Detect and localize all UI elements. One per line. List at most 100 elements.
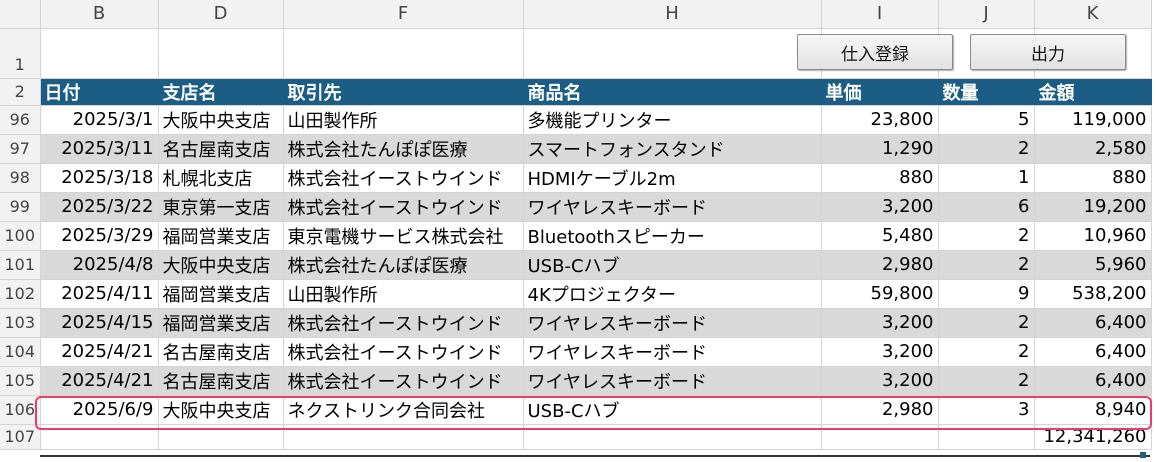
- partner-cell[interactable]: 株式会社たんぽぽ医療: [283, 250, 524, 280]
- product-cell[interactable]: USB-Cハブ: [523, 250, 822, 280]
- amount-cell[interactable]: 19,200: [1034, 192, 1152, 222]
- quantity-cell[interactable]: 2: [938, 250, 1035, 280]
- table-resize-handle[interactable]: [1140, 452, 1146, 458]
- partner-cell[interactable]: 東京電機サービス株式会社: [283, 221, 524, 251]
- date-cell[interactable]: 2025/4/15: [40, 308, 159, 338]
- cell[interactable]: [283, 424, 524, 450]
- header-product[interactable]: 商品名: [523, 78, 822, 106]
- date-cell[interactable]: 2025/4/21: [40, 337, 159, 367]
- date-cell[interactable]: 2025/3/29: [40, 221, 159, 251]
- product-cell[interactable]: HDMIケーブル2m: [523, 163, 822, 193]
- partner-cell[interactable]: 株式会社イーストウインド: [283, 366, 524, 396]
- cell[interactable]: [821, 424, 939, 450]
- column-header-h[interactable]: H: [523, 0, 822, 29]
- row-number[interactable]: 98: [0, 163, 41, 193]
- date-cell[interactable]: 2025/3/22: [40, 192, 159, 222]
- unit-price-cell[interactable]: 3,200: [821, 337, 939, 367]
- product-cell[interactable]: スマートフォンスタンド: [523, 134, 822, 164]
- branch-cell[interactable]: 札幌北支店: [158, 163, 284, 193]
- quantity-cell[interactable]: 2: [938, 308, 1035, 338]
- row-number[interactable]: 103: [0, 308, 41, 338]
- amount-cell[interactable]: 6,400: [1034, 337, 1152, 367]
- partner-cell[interactable]: 株式会社たんぽぽ医療: [283, 134, 524, 164]
- amount-cell[interactable]: 538,200: [1034, 279, 1152, 309]
- amount-cell[interactable]: 10,960: [1034, 221, 1152, 251]
- branch-cell[interactable]: 福岡営業支店: [158, 221, 284, 251]
- branch-cell[interactable]: 東京第一支店: [158, 192, 284, 222]
- column-header-d[interactable]: D: [158, 0, 284, 29]
- product-cell[interactable]: ワイヤレスキーボード: [523, 308, 822, 338]
- row-number[interactable]: 96: [0, 105, 41, 135]
- product-cell[interactable]: 多機能プリンター: [523, 105, 822, 135]
- amount-cell[interactable]: 880: [1034, 163, 1152, 193]
- unit-price-cell[interactable]: 3,200: [821, 192, 939, 222]
- branch-cell[interactable]: 名古屋南支店: [158, 366, 284, 396]
- row-number[interactable]: 107: [0, 424, 41, 450]
- header-unit-price[interactable]: 単価: [821, 78, 939, 106]
- branch-cell[interactable]: 名古屋南支店: [158, 337, 284, 367]
- partner-cell[interactable]: 株式会社イーストウインド: [283, 163, 524, 193]
- header-branch[interactable]: 支店名: [158, 78, 284, 106]
- quantity-cell[interactable]: 2: [938, 221, 1035, 251]
- row-number[interactable]: 104: [0, 337, 41, 367]
- cell[interactable]: [938, 424, 1035, 450]
- row-number[interactable]: 106: [0, 395, 41, 425]
- cell[interactable]: [40, 28, 159, 79]
- select-all-corner[interactable]: [0, 0, 41, 29]
- column-header-k[interactable]: K: [1034, 0, 1152, 29]
- unit-price-cell[interactable]: 23,800: [821, 105, 939, 135]
- unit-price-cell[interactable]: 2,980: [821, 395, 939, 425]
- amount-cell[interactable]: 119,000: [1034, 105, 1152, 135]
- header-partner[interactable]: 取引先: [283, 78, 524, 106]
- unit-price-cell[interactable]: 2,980: [821, 250, 939, 280]
- amount-cell[interactable]: 8,940: [1034, 395, 1152, 425]
- unit-price-cell[interactable]: 880: [821, 163, 939, 193]
- quantity-cell[interactable]: 6: [938, 192, 1035, 222]
- date-cell[interactable]: 2025/4/11: [40, 279, 159, 309]
- quantity-cell[interactable]: 3: [938, 395, 1035, 425]
- unit-price-cell[interactable]: 59,800: [821, 279, 939, 309]
- branch-cell[interactable]: 大阪中央支店: [158, 250, 284, 280]
- amount-cell[interactable]: 6,400: [1034, 366, 1152, 396]
- quantity-cell[interactable]: 9: [938, 279, 1035, 309]
- cell[interactable]: [40, 424, 159, 450]
- quantity-cell[interactable]: 2: [938, 337, 1035, 367]
- row-number[interactable]: 100: [0, 221, 41, 251]
- unit-price-cell[interactable]: 5,480: [821, 221, 939, 251]
- row-number[interactable]: 101: [0, 250, 41, 280]
- header-date[interactable]: 日付: [40, 78, 159, 106]
- partner-cell[interactable]: 山田製作所: [283, 279, 524, 309]
- quantity-cell[interactable]: 2: [938, 366, 1035, 396]
- cell[interactable]: [158, 28, 284, 79]
- amount-cell[interactable]: 2,580: [1034, 134, 1152, 164]
- unit-price-cell[interactable]: 3,200: [821, 366, 939, 396]
- row-number[interactable]: 2: [0, 78, 41, 106]
- partner-cell[interactable]: 株式会社イーストウインド: [283, 337, 524, 367]
- date-cell[interactable]: 2025/3/11: [40, 134, 159, 164]
- product-cell[interactable]: Bluetoothスピーカー: [523, 221, 822, 251]
- product-cell[interactable]: USB-Cハブ: [523, 395, 822, 425]
- cell[interactable]: [158, 424, 284, 450]
- row-number[interactable]: 102: [0, 279, 41, 309]
- row-number[interactable]: 99: [0, 192, 41, 222]
- column-header-i[interactable]: I: [821, 0, 939, 29]
- cell[interactable]: [523, 28, 822, 79]
- partner-cell[interactable]: ネクストリンク合同会社: [283, 395, 524, 425]
- register-purchase-button[interactable]: 仕入登録: [797, 34, 953, 70]
- quantity-cell[interactable]: 2: [938, 134, 1035, 164]
- header-amount[interactable]: 金額: [1034, 78, 1152, 106]
- branch-cell[interactable]: 大阪中央支店: [158, 395, 284, 425]
- row-number[interactable]: 105: [0, 366, 41, 396]
- partner-cell[interactable]: 株式会社イーストウインド: [283, 308, 524, 338]
- partner-cell[interactable]: 株式会社イーストウインド: [283, 192, 524, 222]
- unit-price-cell[interactable]: 1,290: [821, 134, 939, 164]
- quantity-cell[interactable]: 5: [938, 105, 1035, 135]
- branch-cell[interactable]: 名古屋南支店: [158, 134, 284, 164]
- product-cell[interactable]: 4Kプロジェクター: [523, 279, 822, 309]
- column-header-j[interactable]: J: [938, 0, 1035, 29]
- amount-cell[interactable]: 6,400: [1034, 308, 1152, 338]
- row-number[interactable]: 1: [0, 28, 41, 79]
- cell[interactable]: [523, 424, 822, 450]
- product-cell[interactable]: ワイヤレスキーボード: [523, 337, 822, 367]
- date-cell[interactable]: 2025/3/1: [40, 105, 159, 135]
